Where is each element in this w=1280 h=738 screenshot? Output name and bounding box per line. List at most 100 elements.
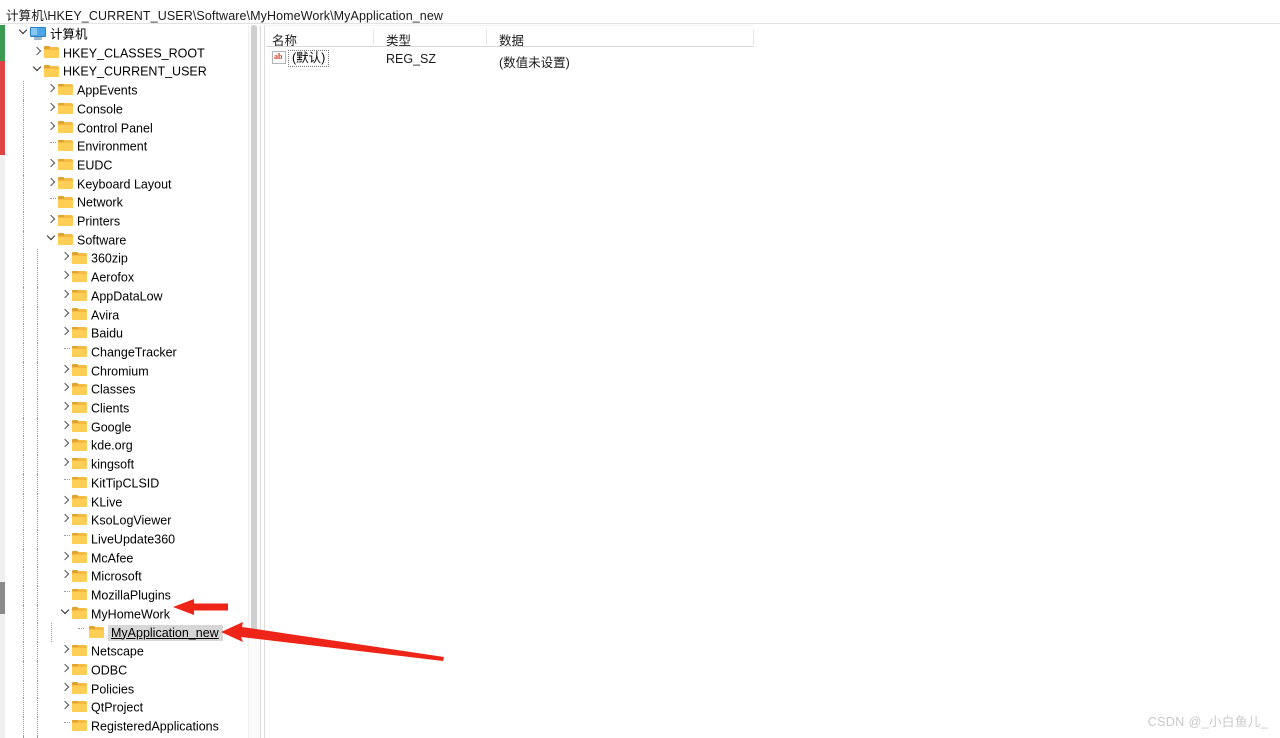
tree-item-hkey-current-user[interactable]: HKEY_CURRENT_USER — [6, 62, 248, 81]
tree-item-label: Control Panel — [77, 120, 153, 135]
registry-values-panel[interactable]: 名称 类型 数据 ab (默认) REG_SZ (数值未设置) — [266, 25, 1280, 738]
tree-item-chromium[interactable]: Chromium — [6, 361, 248, 381]
chevron-right-icon[interactable] — [44, 212, 58, 231]
tree-item-software[interactable]: Software — [6, 230, 248, 250]
tree-item-network[interactable]: Network — [6, 193, 248, 212]
tree-item-label: MyApplication_new — [108, 624, 223, 641]
tree-item-microsoft[interactable]: Microsoft — [6, 567, 248, 586]
chevron-right-icon[interactable] — [58, 549, 72, 568]
tree-item-[interactable]: 计算机 — [6, 25, 248, 44]
tree-item-kingsoft[interactable]: kingsoft — [6, 455, 248, 474]
tree-item-classes[interactable]: Classes — [6, 380, 248, 399]
tree-guide-line — [23, 305, 25, 325]
tree-item-label: AppDataLow — [91, 289, 163, 304]
tree-item-label: QtProject — [91, 700, 144, 715]
tree-vertical-scrollbar[interactable] — [248, 25, 260, 738]
chevron-right-icon[interactable] — [58, 362, 72, 381]
tree-item-hkey-classes-root[interactable]: HKEY_CLASSES_ROOT — [6, 44, 248, 63]
chevron-right-icon[interactable] — [58, 680, 72, 699]
tree-item-printers[interactable]: Printers — [6, 212, 248, 231]
folder-icon — [72, 495, 87, 507]
tree-item-eudc[interactable]: EUDC — [6, 155, 248, 175]
tree-item-liveupdate360[interactable]: LiveUpdate360 — [6, 529, 248, 549]
chevron-right-icon[interactable] — [44, 100, 58, 119]
chevron-right-icon[interactable] — [58, 642, 72, 661]
tree-item-control-panel[interactable]: Control Panel — [6, 118, 248, 138]
chevron-right-icon[interactable] — [58, 698, 72, 717]
tree-item-label: KitTipCLSID — [91, 476, 160, 491]
tree-item-google[interactable]: Google — [6, 417, 248, 437]
registry-key-tree[interactable]: 计算机 HKEY_CLASSES_ROOT HKEY_CURRENT_USER App… — [6, 25, 248, 738]
folder-icon — [58, 158, 73, 171]
tree-item-environment[interactable]: Environment — [6, 137, 248, 156]
value-name-cell[interactable]: ab (默认) — [272, 50, 330, 67]
chevron-right-icon[interactable] — [44, 119, 58, 138]
tree-item-kde-org[interactable]: kde.org — [6, 436, 248, 456]
chevron-right-icon[interactable] — [44, 175, 58, 194]
tree-item-console[interactable]: Console — [6, 99, 248, 119]
tree-item-registeredapplications[interactable]: RegisteredApplications — [6, 716, 248, 736]
tree-item-label: Network — [77, 195, 123, 210]
chevron-down-icon[interactable] — [44, 231, 58, 250]
chevron-right-icon[interactable] — [58, 287, 72, 306]
chevron-right-icon[interactable] — [30, 44, 44, 63]
chevron-right-icon[interactable] — [58, 511, 72, 530]
tree-item-kittipclsid[interactable]: KitTipCLSID — [6, 473, 248, 493]
tree-item-appevents[interactable]: AppEvents — [6, 81, 248, 100]
tree-guide-line — [23, 342, 25, 362]
tree-item-policies[interactable]: Policies — [6, 679, 248, 699]
edge-strip-thumb[interactable] — [0, 582, 5, 614]
tree-item-appdatalow[interactable]: AppDataLow — [6, 286, 248, 306]
tree-item-label: Baidu — [91, 326, 123, 341]
chevron-down-icon[interactable] — [58, 605, 72, 624]
chevron-right-icon[interactable] — [58, 418, 72, 437]
tree-item-ksologviewer[interactable]: KsoLogViewer — [6, 511, 248, 530]
computer-icon — [30, 27, 46, 41]
tree-item-avira[interactable]: Avira — [6, 305, 248, 325]
tree-item-baidu[interactable]: Baidu — [6, 324, 248, 343]
folder-icon — [72, 345, 87, 358]
chevron-right-icon[interactable] — [58, 661, 72, 680]
tree-item-mozillaplugins[interactable]: MozillaPlugins — [6, 586, 248, 605]
tree-item-360zip[interactable]: 360zip — [6, 249, 248, 269]
tree-scrollbar-thumb[interactable] — [251, 25, 257, 638]
values-column-header[interactable]: 名称 类型 数据 — [266, 25, 754, 48]
tree-item-changetracker[interactable]: ChangeTracker — [6, 342, 248, 362]
tree-guide-line — [37, 286, 39, 306]
tree-item-label: Google — [91, 420, 132, 435]
chevron-right-icon[interactable] — [58, 268, 72, 287]
column-divider[interactable] — [486, 29, 487, 45]
chevron-right-icon[interactable] — [44, 156, 58, 175]
column-divider-end[interactable] — [753, 29, 754, 45]
chevron-right-icon[interactable] — [44, 81, 58, 100]
chevron-down-icon[interactable] — [16, 25, 30, 44]
chevron-right-icon[interactable] — [58, 306, 72, 325]
tree-item-qtproject[interactable]: QtProject — [6, 698, 248, 717]
tree-item-keyboard-layout[interactable]: Keyboard Layout — [6, 174, 248, 194]
value-row[interactable]: ab (默认) REG_SZ (数值未设置) — [266, 49, 754, 70]
tree-item-clients[interactable]: Clients — [6, 399, 248, 418]
tree-item-label: MozillaPlugins — [91, 588, 171, 603]
tree-item-klive[interactable]: KLive — [6, 492, 248, 512]
chevron-right-icon[interactable] — [58, 399, 72, 418]
chevron-down-icon[interactable] — [30, 62, 44, 81]
tree-item-aerofox[interactable]: Aerofox — [6, 268, 248, 287]
tree-item-mcafee[interactable]: McAfee — [6, 548, 248, 568]
chevron-right-icon[interactable] — [58, 493, 72, 512]
chevron-right-icon[interactable] — [58, 249, 72, 268]
chevron-right-icon[interactable] — [58, 455, 72, 474]
chevron-right-icon[interactable] — [58, 436, 72, 455]
tree-leaf-connector-icon — [58, 530, 72, 549]
tree-item-odbc[interactable]: ODBC — [6, 660, 248, 680]
panel-splitter[interactable] — [260, 25, 265, 738]
column-divider[interactable] — [373, 29, 374, 45]
tree-item-myapplication-new[interactable]: MyApplication_new — [6, 623, 248, 643]
folder-icon — [72, 551, 87, 563]
tree-guide-line — [37, 660, 39, 680]
chevron-right-icon[interactable] — [58, 324, 72, 343]
address-bar[interactable]: 计算机\HKEY_CURRENT_USER\Software\MyHomeWor… — [0, 0, 1280, 24]
chevron-right-icon[interactable] — [58, 567, 72, 586]
tree-item-netscape[interactable]: Netscape — [6, 642, 248, 661]
tree-item-myhomework[interactable]: MyHomeWork — [6, 604, 248, 624]
chevron-right-icon[interactable] — [58, 380, 72, 399]
